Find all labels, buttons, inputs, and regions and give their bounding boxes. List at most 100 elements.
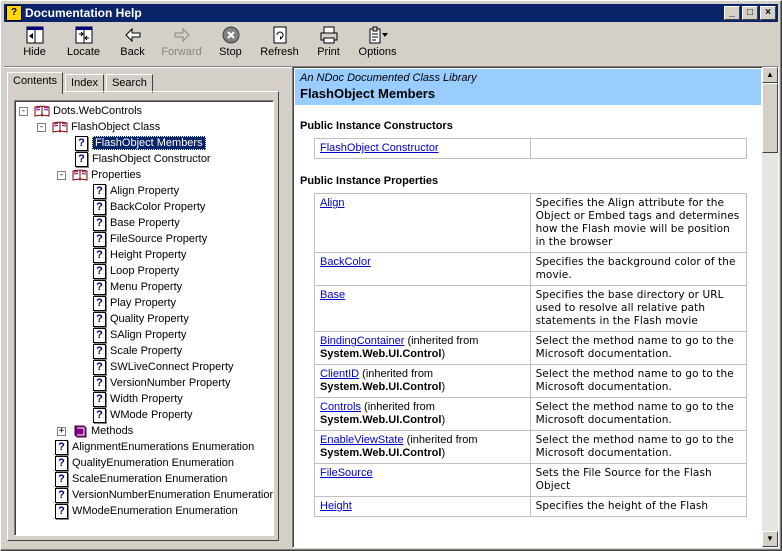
- title-bar[interactable]: ? Documentation Help _ □ ×: [4, 4, 778, 22]
- member-name-cell: Base: [314, 285, 531, 332]
- back-button[interactable]: Back: [108, 24, 157, 64]
- minimize-button[interactable]: _: [724, 6, 740, 20]
- tree-node-label[interactable]: WMode Property: [110, 409, 193, 421]
- member-link[interactable]: Controls: [320, 401, 361, 413]
- member-link[interactable]: EnableViewState: [320, 434, 404, 446]
- tree-node-label[interactable]: FlashObject Constructor: [92, 153, 211, 165]
- tree-node-label[interactable]: BackColor Property: [110, 201, 205, 213]
- tree-node[interactable]: ? VersionNumberEnumeration Enumeration: [55, 487, 273, 503]
- scroll-down-button[interactable]: ▼: [762, 531, 778, 547]
- tree-node-label[interactable]: AlignmentEnumerations Enumeration: [72, 441, 254, 453]
- tree-node[interactable]: ? AlignmentEnumerations Enumeration: [55, 439, 254, 455]
- tree-node-label[interactable]: FlashObject Members: [92, 136, 206, 150]
- expand-icon[interactable]: +: [57, 426, 66, 436]
- nav-tabs: Contents Index Search: [7, 72, 155, 94]
- tree-node-label[interactable]: FlashObject Class: [71, 121, 160, 133]
- collapse-icon[interactable]: -: [57, 170, 66, 180]
- member-link[interactable]: Height: [320, 500, 352, 512]
- member-link[interactable]: BackColor: [320, 256, 371, 268]
- help-page-icon: ?: [93, 279, 106, 295]
- tree-node[interactable]: + Methods: [57, 423, 133, 439]
- table-row: ClientID (inherited from System.Web.UI.C…: [314, 364, 748, 398]
- tree-node-label[interactable]: Methods: [91, 425, 133, 437]
- contents-tree[interactable]: - Dots.WebControls - FlashObject Class? Flas…: [14, 100, 274, 536]
- tree-node[interactable]: ? Base Property: [93, 215, 180, 231]
- scroll-up-button[interactable]: ▲: [762, 67, 778, 83]
- tree-node-label[interactable]: QualityEnumeration Enumeration: [72, 457, 234, 469]
- close-button[interactable]: ×: [760, 6, 776, 20]
- tree-node[interactable]: ? Height Property: [93, 247, 186, 263]
- up-arrow-icon: ▲: [766, 70, 774, 79]
- tree-node-label[interactable]: ScaleEnumeration Enumeration: [72, 473, 227, 485]
- open-book-icon: [34, 105, 50, 117]
- member-link[interactable]: FileSource: [320, 467, 373, 479]
- tree-node-label[interactable]: SAlign Property: [110, 329, 186, 341]
- tree-node-label[interactable]: VersionNumber Property: [110, 377, 230, 389]
- tree-node-label[interactable]: Loop Property: [110, 265, 179, 277]
- help-page-icon: ?: [55, 471, 68, 487]
- tree-node[interactable]: ? Quality Property: [93, 311, 189, 327]
- collapse-icon[interactable]: -: [19, 106, 28, 116]
- tree-node-label[interactable]: Base Property: [110, 217, 180, 229]
- forward-button[interactable]: Forward: [157, 24, 206, 64]
- help-page-icon: ?: [93, 359, 106, 375]
- inherited-class: System.Web.UI.Control: [320, 348, 442, 360]
- hide-button[interactable]: Hide: [10, 24, 59, 64]
- refresh-button[interactable]: Refresh: [255, 24, 304, 64]
- tree-node[interactable]: ? Width Property: [93, 391, 183, 407]
- inherited-note: (inherited from: [403, 434, 478, 446]
- options-button[interactable]: Options: [353, 24, 402, 64]
- inherited-note: (inherited from: [404, 335, 479, 347]
- tree-node-label[interactable]: Width Property: [110, 393, 183, 405]
- tree-node[interactable]: ? Loop Property: [93, 263, 179, 279]
- tree-node[interactable]: ? SAlign Property: [93, 327, 186, 343]
- tree-node[interactable]: ? Play Property: [93, 295, 176, 311]
- tree-node-label[interactable]: WModeEnumeration Enumeration: [72, 505, 238, 517]
- tree-node[interactable]: ? Menu Property: [93, 279, 182, 295]
- table-row: BackColor Specifies the background color …: [314, 252, 748, 286]
- inherited-close: ): [441, 348, 446, 360]
- tree-node-label[interactable]: Scale Property: [110, 345, 182, 357]
- tree-node[interactable]: ? FlashObject Members: [75, 135, 206, 151]
- tree-node-label[interactable]: Play Property: [110, 297, 176, 309]
- tree-node[interactable]: ? FlashObject Constructor: [75, 151, 211, 167]
- scroll-thumb[interactable]: [762, 83, 778, 153]
- member-link[interactable]: Base: [320, 289, 345, 301]
- member-link[interactable]: Align: [320, 197, 344, 209]
- collapse-icon[interactable]: -: [37, 122, 46, 132]
- table-row: EnableViewState (inherited from System.W…: [314, 430, 748, 464]
- stop-button[interactable]: Stop: [206, 24, 255, 64]
- tree-node-label[interactable]: VersionNumberEnumeration Enumeration: [72, 489, 273, 501]
- tree-node[interactable]: - Dots.WebControls: [19, 103, 142, 119]
- vertical-scrollbar[interactable]: ▲ ▼: [762, 67, 778, 547]
- tree-node[interactable]: ? VersionNumber Property: [93, 375, 230, 391]
- tree-node-label[interactable]: Properties: [91, 169, 141, 181]
- tree-node-label[interactable]: FileSource Property: [110, 233, 207, 245]
- tree-node-label[interactable]: Align Property: [110, 185, 179, 197]
- locate-button[interactable]: Locate: [59, 24, 108, 64]
- member-link[interactable]: BindingContainer: [320, 335, 404, 347]
- tree-node[interactable]: ? ScaleEnumeration Enumeration: [55, 471, 227, 487]
- tree-node-label[interactable]: Quality Property: [110, 313, 189, 325]
- member-link[interactable]: ClientID: [320, 368, 359, 380]
- tree-node[interactable]: ? BackColor Property: [93, 199, 205, 215]
- tree-node[interactable]: ? Align Property: [93, 183, 179, 199]
- tree-node-label[interactable]: Menu Property: [110, 281, 182, 293]
- tree-node[interactable]: ? SWLiveConnect Property: [93, 359, 234, 375]
- member-description: Specifies the height of the Flash: [529, 496, 748, 517]
- tree-node-label[interactable]: Dots.WebControls: [53, 105, 142, 117]
- tree-node[interactable]: - Properties: [57, 167, 141, 183]
- tree-node[interactable]: ? FileSource Property: [93, 231, 207, 247]
- tree-node[interactable]: - FlashObject Class: [37, 119, 160, 135]
- tree-node-label[interactable]: SWLiveConnect Property: [110, 361, 234, 373]
- tree-node[interactable]: ? WModeEnumeration Enumeration: [55, 503, 238, 519]
- member-link[interactable]: FlashObject Constructor: [320, 142, 439, 154]
- tree-node[interactable]: ? QualityEnumeration Enumeration: [55, 455, 234, 471]
- tab-contents[interactable]: Contents: [7, 72, 64, 94]
- tree-node[interactable]: ? WMode Property: [93, 407, 193, 423]
- section-heading: Public Instance Properties: [300, 175, 439, 187]
- tree-node-label[interactable]: Height Property: [110, 249, 186, 261]
- maximize-button[interactable]: □: [742, 6, 758, 20]
- tree-node[interactable]: ? Scale Property: [93, 343, 182, 359]
- print-button[interactable]: Print: [304, 24, 353, 64]
